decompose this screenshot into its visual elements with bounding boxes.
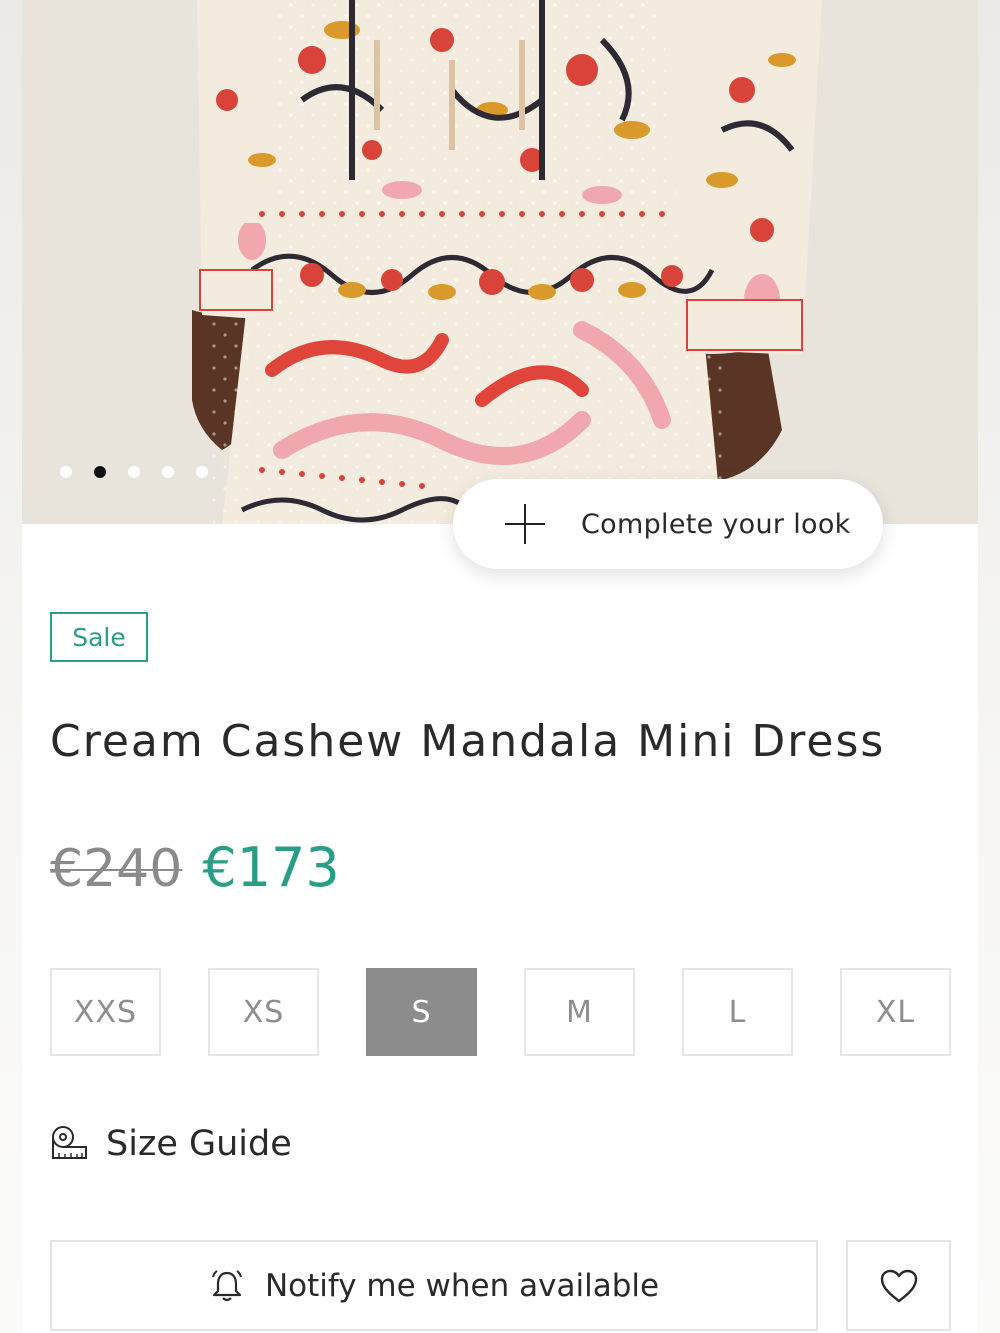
- complete-your-look-label: Complete your look: [581, 508, 851, 540]
- size-option-xl[interactable]: XL: [840, 968, 951, 1056]
- sale-badge: Sale: [50, 612, 148, 662]
- notify-me-button[interactable]: Notify me when available: [50, 1240, 818, 1331]
- product-title: Cream Cashew Mandala Mini Dress: [50, 716, 886, 767]
- wishlist-button[interactable]: [846, 1240, 951, 1331]
- product-card: Complete your look Sale Cream Cashew Man…: [22, 0, 978, 1333]
- notify-me-label: Notify me when available: [264, 1267, 660, 1304]
- carousel-dot[interactable]: [60, 466, 72, 478]
- complete-your-look-button[interactable]: Complete your look: [453, 479, 883, 569]
- size-option-xs[interactable]: XS: [208, 968, 319, 1056]
- size-option-l[interactable]: L: [682, 968, 793, 1056]
- bell-icon: [211, 1269, 242, 1301]
- original-price: €240: [50, 839, 183, 899]
- heart-icon: [880, 1269, 917, 1302]
- product-image[interactable]: [22, 0, 978, 524]
- size-guide-link[interactable]: Size Guide: [50, 1124, 292, 1164]
- size-guide-label: Size Guide: [106, 1124, 292, 1164]
- carousel-dots: [60, 466, 208, 478]
- carousel-dot-active[interactable]: [94, 466, 106, 478]
- dress-illustration: [22, 0, 978, 524]
- price-block: €240 €173: [50, 836, 340, 899]
- carousel-dot[interactable]: [196, 466, 208, 478]
- carousel-dot[interactable]: [128, 466, 140, 478]
- size-selector: XXS XS S M L XL: [50, 968, 951, 1056]
- carousel-dot[interactable]: [162, 466, 174, 478]
- size-option-m[interactable]: M: [524, 968, 635, 1056]
- measuring-tape-icon: [52, 1126, 87, 1159]
- plus-icon: [505, 504, 545, 544]
- size-option-xxs[interactable]: XXS: [50, 968, 161, 1056]
- sale-price: €173: [202, 836, 340, 899]
- size-option-s[interactable]: S: [366, 968, 477, 1056]
